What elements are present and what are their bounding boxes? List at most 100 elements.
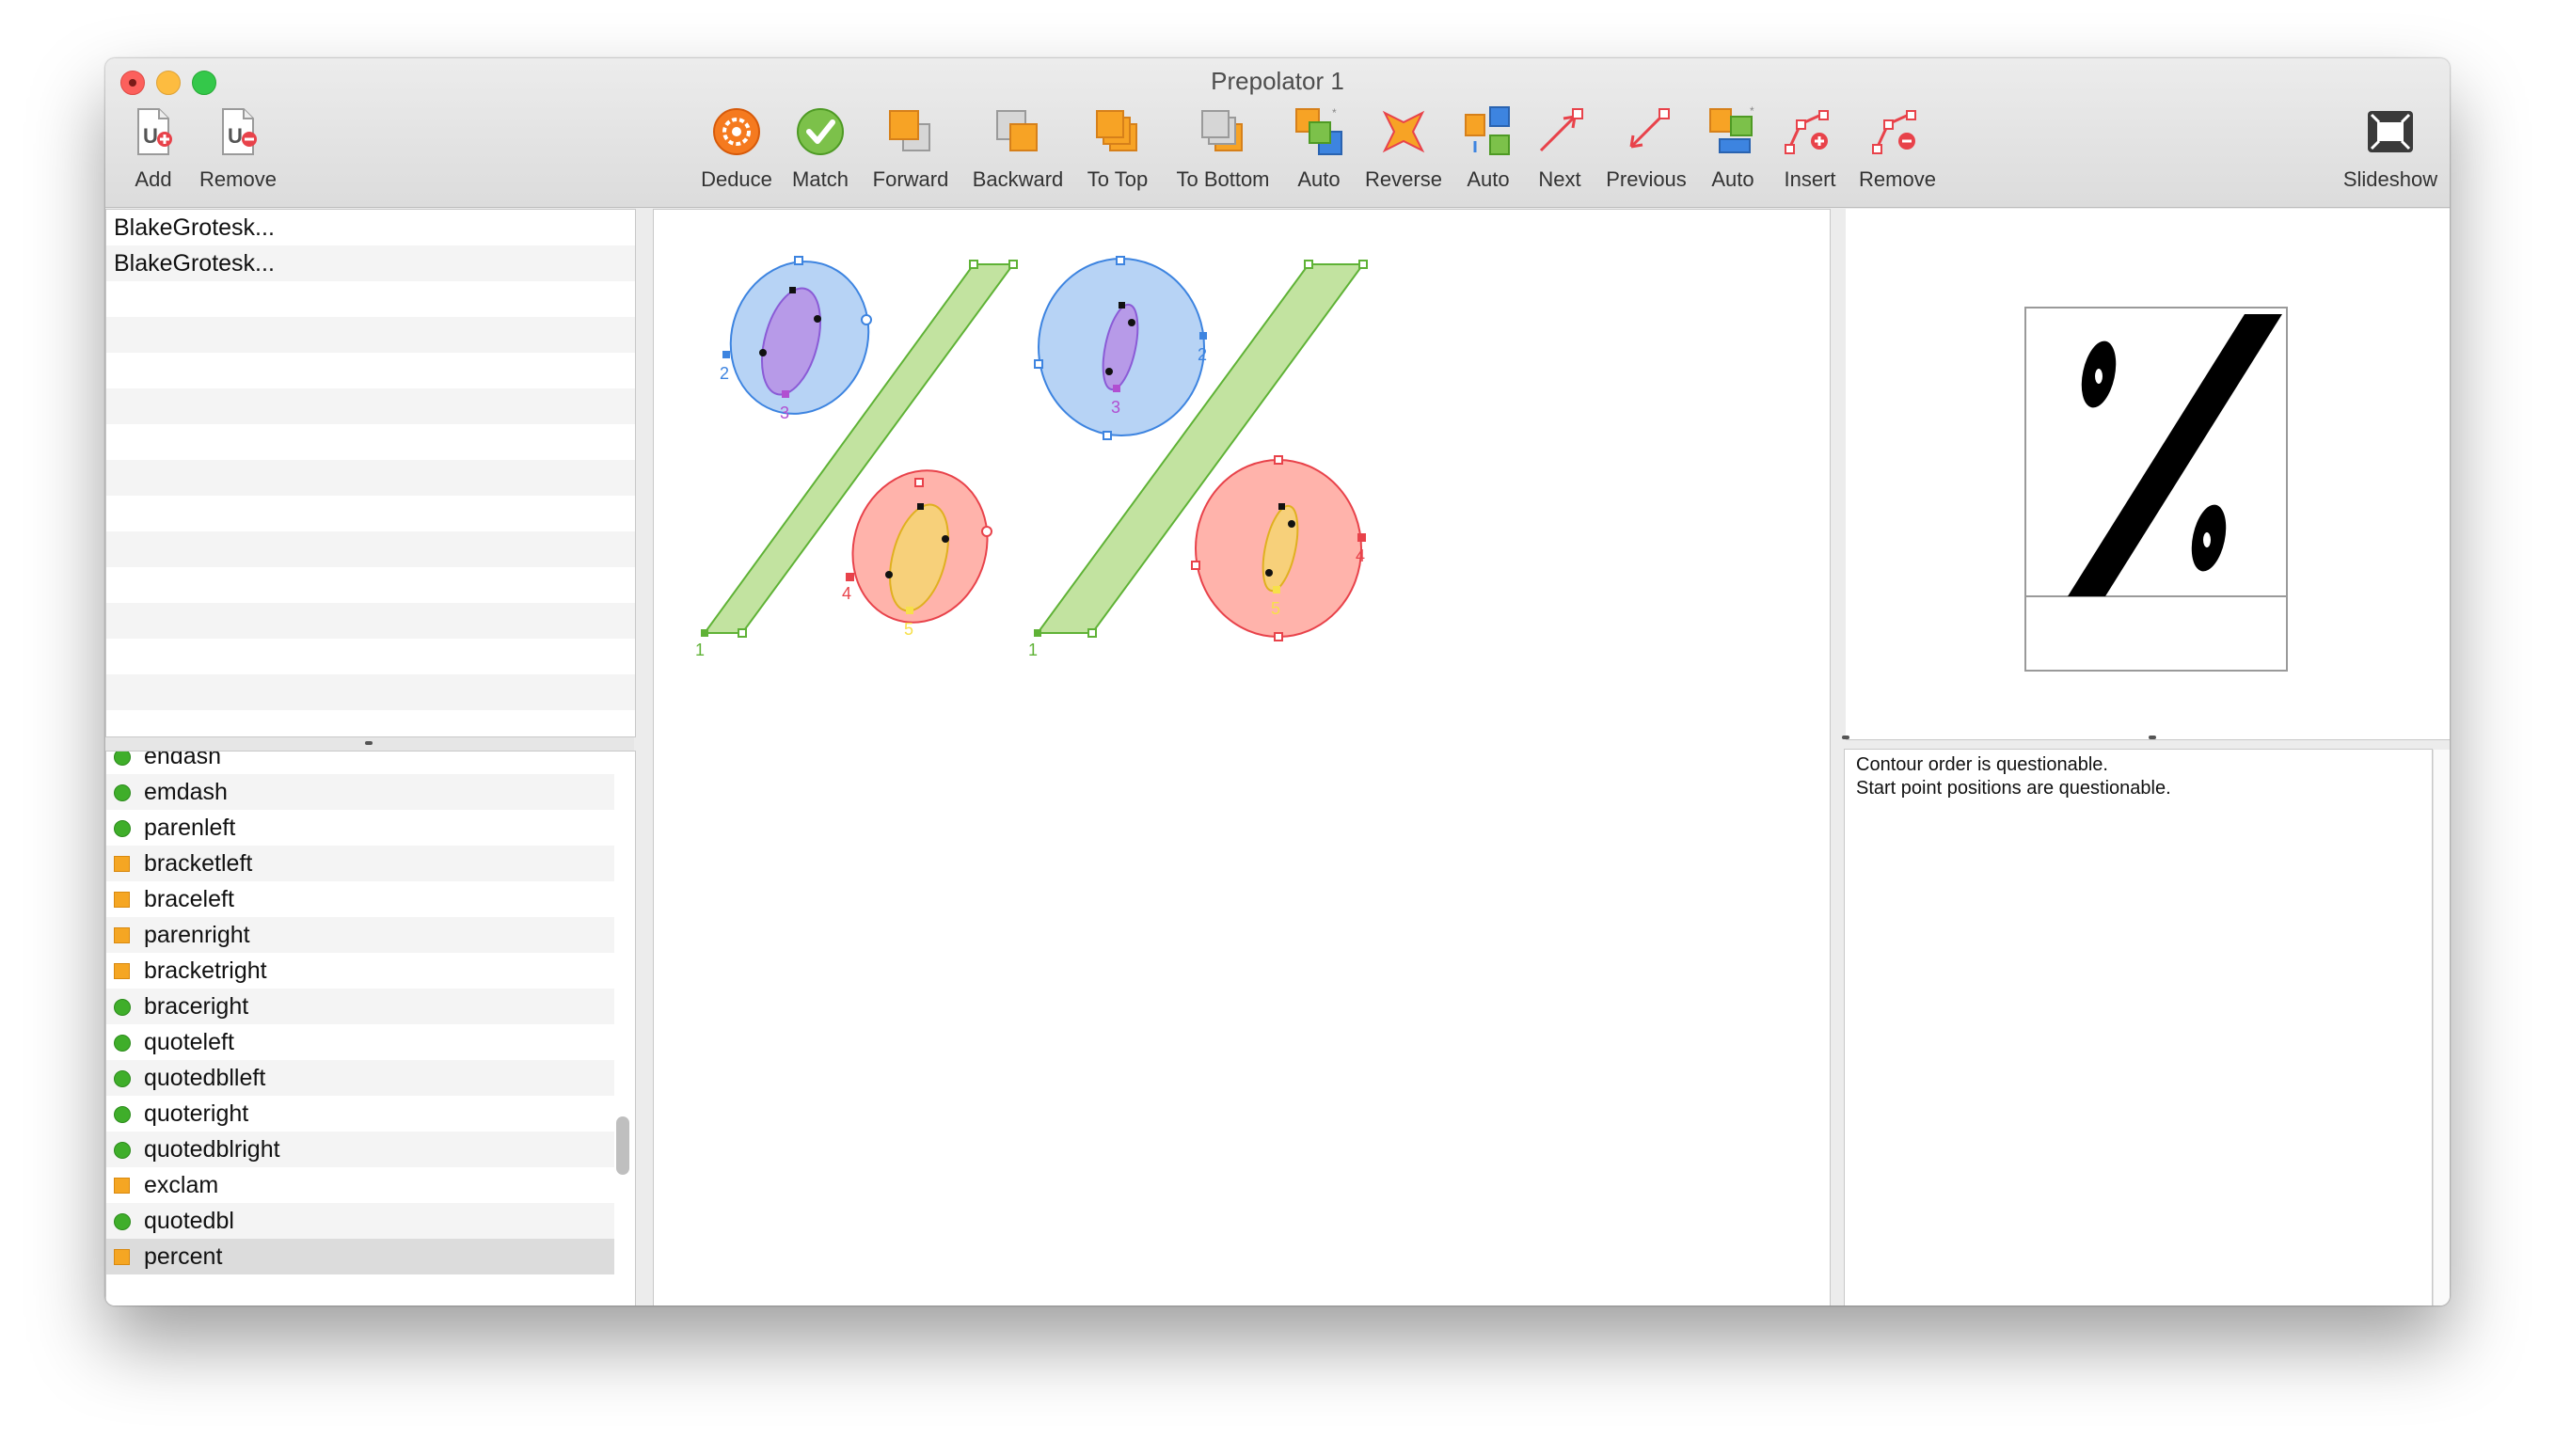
glyph-list-item[interactable]: quoteleft — [106, 1024, 614, 1060]
status-ok-icon — [114, 1106, 131, 1123]
forward-button[interactable]: Forward — [858, 103, 963, 203]
empty-row — [106, 496, 635, 531]
point[interactable] — [738, 628, 747, 638]
deduce-button[interactable]: Deduce — [690, 103, 783, 203]
point[interactable] — [917, 503, 924, 510]
point[interactable] — [1008, 260, 1018, 269]
start-point[interactable] — [1199, 332, 1207, 340]
slideshow-icon — [2368, 111, 2413, 152]
glyph-canvas[interactable]: 1 2 3 4 5 1 2 3 4 5 — [653, 209, 1831, 1306]
glyph-list-item[interactable]: quoteright — [106, 1096, 614, 1132]
start-point[interactable] — [782, 390, 789, 398]
start-point[interactable] — [846, 573, 854, 581]
point[interactable] — [759, 349, 767, 356]
status-warning-icon — [114, 1178, 130, 1194]
start-point[interactable] — [701, 629, 708, 637]
glyph-name: exclam — [144, 1172, 219, 1198]
to-bottom-button[interactable]: To Bottom — [1163, 103, 1283, 203]
point[interactable] — [1103, 431, 1112, 440]
contour-label: 1 — [695, 641, 705, 659]
auto-direction-button[interactable]: Auto — [1452, 103, 1524, 203]
match-button[interactable]: Match — [783, 103, 858, 203]
start-point[interactable] — [1113, 385, 1120, 392]
previous-button[interactable]: Previous — [1595, 103, 1697, 203]
to-top-button[interactable]: To Top — [1072, 103, 1163, 203]
svg-text:U: U — [143, 124, 158, 148]
slideshow-button[interactable]: Slideshow — [2341, 103, 2440, 203]
remove-font-button[interactable]: U Remove — [192, 103, 284, 203]
add-font-button[interactable]: U Add — [117, 103, 190, 203]
point[interactable] — [814, 315, 821, 323]
point[interactable] — [942, 535, 949, 543]
point[interactable] — [1087, 628, 1097, 638]
auto-order-button[interactable]: * Auto — [1283, 103, 1355, 203]
glyph-list-item[interactable]: quotedblleft — [106, 1060, 614, 1096]
point[interactable] — [1278, 503, 1285, 510]
status-ok-icon — [114, 1142, 131, 1159]
point[interactable] — [1358, 260, 1368, 269]
report-scrollbar[interactable] — [2433, 750, 2450, 1306]
empty-row — [106, 639, 635, 674]
point[interactable] — [1119, 302, 1125, 309]
point[interactable] — [861, 314, 872, 325]
start-point[interactable] — [1273, 586, 1280, 593]
glyph-list-item[interactable]: bracketright — [106, 953, 614, 989]
glyph-name: quoteleft — [144, 1029, 234, 1055]
point[interactable] — [1274, 455, 1283, 465]
point[interactable] — [1274, 632, 1283, 641]
point[interactable] — [885, 571, 893, 578]
backward-button[interactable]: Backward — [963, 103, 1072, 203]
point[interactable] — [1105, 368, 1113, 375]
left-splitter[interactable] — [105, 737, 634, 751]
point[interactable] — [969, 260, 978, 269]
glyph-list-item[interactable]: quotedbl — [106, 1203, 614, 1239]
empty-row — [106, 603, 635, 639]
glyph-list-item[interactable]: endash — [106, 752, 614, 774]
point[interactable] — [1116, 256, 1125, 265]
glyph-list-item[interactable]: percent — [106, 1239, 614, 1274]
add-label: Add — [135, 167, 172, 191]
point[interactable] — [1265, 569, 1273, 577]
start-point[interactable] — [1034, 629, 1041, 637]
reverse-button[interactable]: Reverse — [1355, 103, 1452, 203]
remove-point-button[interactable]: Remove — [1851, 103, 1944, 203]
point[interactable] — [1191, 561, 1200, 570]
glyph-list-item[interactable]: exclam — [106, 1167, 614, 1203]
font-list-item[interactable]: BlakeGrotesk... — [106, 245, 635, 281]
next-point-icon — [1539, 108, 1583, 152]
glyph-list-item[interactable]: bracketleft — [106, 846, 614, 881]
contour-label: 4 — [842, 584, 851, 603]
glyph-list-item[interactable]: braceright — [106, 989, 614, 1024]
glyph-list-item[interactable]: parenleft — [106, 810, 614, 846]
auto-direction-label: Auto — [1467, 167, 1510, 191]
glyphs-scrollbar[interactable] — [616, 1116, 629, 1175]
point[interactable] — [1288, 520, 1295, 528]
glyph-list-item[interactable]: emdash — [106, 774, 614, 810]
glyph-name: bracketleft — [144, 850, 253, 877]
point[interactable] — [1128, 319, 1135, 326]
point[interactable] — [789, 287, 796, 293]
insert-point-button[interactable]: Insert — [1769, 103, 1851, 203]
point[interactable] — [1304, 260, 1313, 269]
point[interactable] — [794, 256, 803, 265]
auto-start-button[interactable]: * Auto — [1697, 103, 1769, 203]
contour-drawing: 1 2 3 4 5 1 2 3 4 5 — [695, 256, 1368, 659]
remove-point-label: Remove — [1859, 167, 1936, 191]
font-list-item[interactable]: BlakeGrotesk... — [106, 210, 635, 245]
glyph-list-item[interactable]: quotedblright — [106, 1132, 614, 1167]
empty-row — [106, 567, 635, 603]
contour-label: 3 — [780, 404, 789, 422]
next-button[interactable]: Next — [1524, 103, 1595, 203]
point[interactable] — [981, 526, 992, 537]
glyph-name: quotedbl — [144, 1208, 234, 1234]
glyph-list-item[interactable]: braceleft — [106, 881, 614, 917]
point[interactable] — [1034, 359, 1043, 369]
start-point[interactable] — [1357, 533, 1366, 542]
glyph-list-item[interactable]: parenright — [106, 917, 614, 953]
previous-point-icon — [1629, 108, 1670, 149]
contour-label: 5 — [1271, 599, 1280, 618]
start-point[interactable] — [722, 351, 730, 358]
start-point[interactable] — [906, 607, 913, 614]
point[interactable] — [914, 478, 924, 487]
svg-text:*: * — [1332, 106, 1337, 119]
